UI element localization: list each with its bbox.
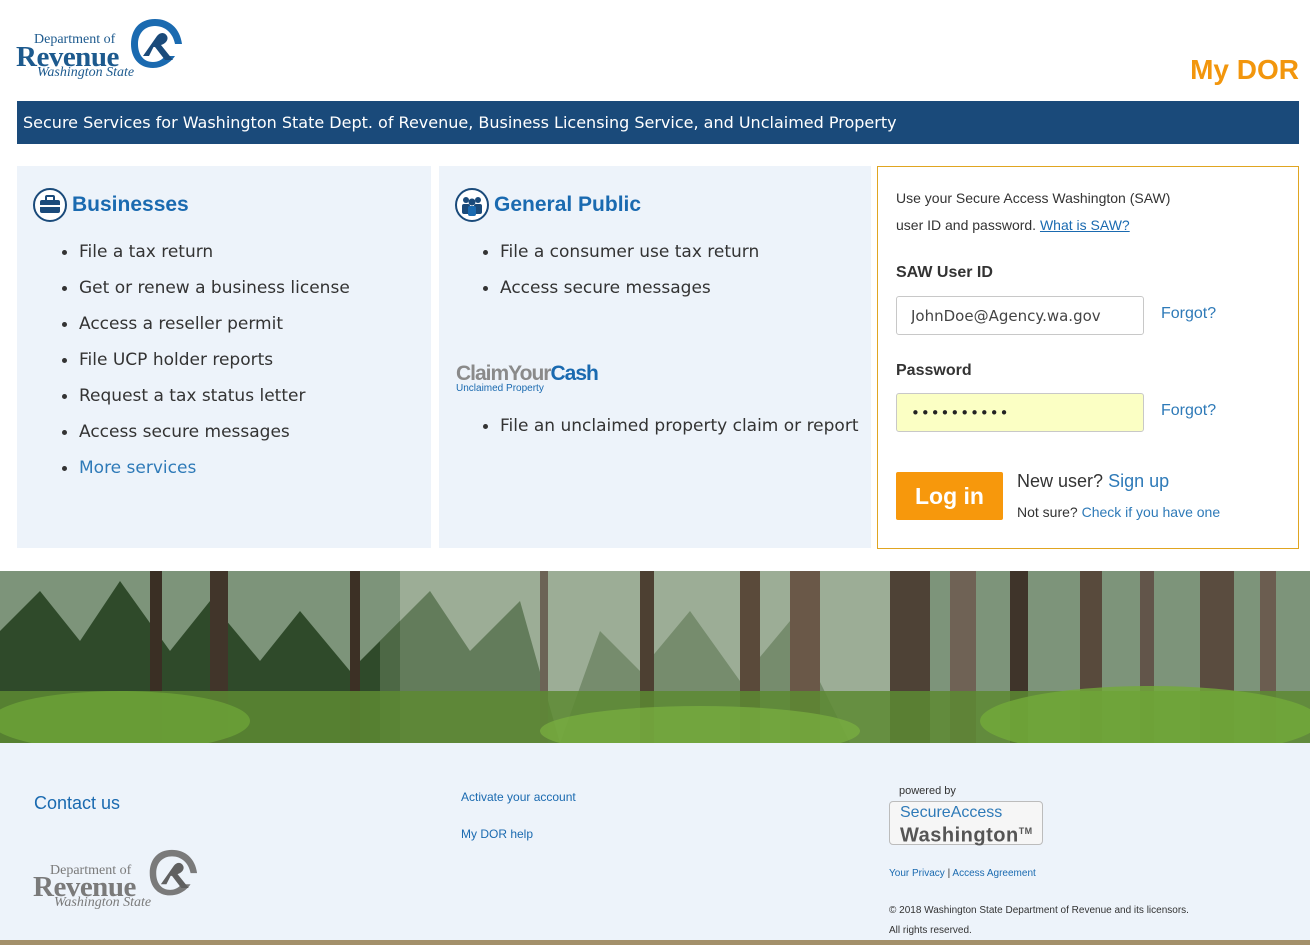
claim-your-cash-logo[interactable]: ClaimYourCash Unclaimed Property bbox=[456, 362, 599, 394]
businesses-title: Businesses bbox=[72, 193, 189, 216]
user-id-input[interactable] bbox=[896, 296, 1144, 335]
secure-access-washington-badge[interactable]: SecureAccess WashingtonTM bbox=[889, 801, 1043, 847]
unclaimed-property-list: File an unclaimed property claim or repo… bbox=[483, 408, 859, 444]
login-intro: Use your Secure Access Washington (SAW) … bbox=[896, 185, 1196, 239]
access-agreement-link[interactable]: Access Agreement bbox=[952, 868, 1035, 879]
footer-dor-logo[interactable]: Department of Revenue Washington State bbox=[33, 847, 199, 915]
login-intro-line2: user ID and password. bbox=[896, 217, 1037, 233]
saw-badge-line1: SecureAccess bbox=[900, 804, 1003, 821]
my-dor-help-link[interactable]: My DOR help bbox=[461, 827, 533, 841]
forgot-password-link[interactable]: Forgot? bbox=[1161, 402, 1216, 420]
check-account-link[interactable]: Check if you have one bbox=[1082, 504, 1221, 520]
general-public-title: General Public bbox=[494, 193, 642, 216]
forgot-user-id-link[interactable]: Forgot? bbox=[1161, 305, 1216, 323]
forest-image-icon bbox=[0, 571, 1310, 743]
copyright-line: © 2018 Washington State Department of Re… bbox=[889, 905, 1189, 916]
copyright-text: © 2018 Washington State Department of Re… bbox=[889, 901, 1219, 941]
logo-state-text: Washington State bbox=[37, 65, 135, 80]
dor-logo-mark-icon bbox=[131, 19, 182, 68]
footer-logo-state-text: Washington State bbox=[54, 895, 152, 910]
list-item[interactable]: Access a reseller permit bbox=[62, 306, 350, 342]
more-services-link[interactable]: More services bbox=[62, 450, 350, 486]
businesses-service-list: File a tax return Get or renew a busines… bbox=[62, 234, 350, 486]
general-public-header: General Public bbox=[455, 188, 641, 222]
powered-by-text: powered by bbox=[899, 785, 956, 797]
legal-links: Your Privacy | Access Agreement bbox=[889, 868, 1036, 879]
forest-banner-image bbox=[0, 571, 1310, 743]
businesses-header: Businesses bbox=[33, 188, 189, 222]
general-public-panel: General Public File a consumer use tax r… bbox=[439, 166, 871, 548]
privacy-link[interactable]: Your Privacy bbox=[889, 868, 945, 879]
dor-logo[interactable]: Department of Revenue Washington State bbox=[16, 16, 182, 84]
rights-line: All rights reserved. bbox=[889, 925, 972, 936]
list-item[interactable]: Get or renew a business license bbox=[62, 270, 350, 306]
list-item[interactable]: Access secure messages bbox=[483, 270, 759, 306]
list-item[interactable]: Request a tax status letter bbox=[62, 378, 350, 414]
footer-bottom-bar bbox=[0, 940, 1310, 945]
saw-badge-line2: WashingtonTM bbox=[900, 824, 1033, 847]
new-user-text: New user? bbox=[1017, 471, 1104, 491]
password-label: Password bbox=[896, 362, 972, 379]
new-user-row: New user? Sign up bbox=[1017, 471, 1169, 492]
briefcase-icon bbox=[33, 188, 67, 222]
contact-us-link[interactable]: Contact us bbox=[34, 793, 120, 814]
footer-logo-mark-icon bbox=[149, 849, 198, 896]
login-button[interactable]: Log in bbox=[896, 472, 1003, 520]
legal-separator: | bbox=[947, 868, 951, 879]
general-public-service-list: File a consumer use tax return Access se… bbox=[483, 234, 759, 306]
people-icon bbox=[455, 188, 489, 222]
user-id-label: SAW User ID bbox=[896, 264, 993, 281]
services-banner: Secure Services for Washington State Dep… bbox=[17, 101, 1299, 144]
app-title: My DOR bbox=[1190, 54, 1299, 85]
businesses-panel: Businesses File a tax return Get or rene… bbox=[17, 166, 431, 548]
sign-up-link[interactable]: Sign up bbox=[1108, 471, 1169, 491]
not-sure-text: Not sure? bbox=[1017, 504, 1078, 520]
password-input[interactable] bbox=[896, 393, 1144, 432]
list-item[interactable]: File an unclaimed property claim or repo… bbox=[483, 408, 859, 444]
login-intro-line1: Use your Secure Access Washington (SAW) bbox=[896, 190, 1171, 206]
list-item[interactable]: File a tax return bbox=[62, 234, 350, 270]
footer: Contact us Department of Revenue Washing… bbox=[0, 743, 1310, 940]
activate-account-link[interactable]: Activate your account bbox=[461, 790, 576, 804]
what-is-saw-link[interactable]: What is SAW? bbox=[1040, 217, 1130, 233]
list-item[interactable]: Access secure messages bbox=[62, 414, 350, 450]
list-item[interactable]: File a consumer use tax return bbox=[483, 234, 759, 270]
list-item[interactable]: File UCP holder reports bbox=[62, 342, 350, 378]
not-sure-row: Not sure? Check if you have one bbox=[1017, 504, 1220, 520]
login-panel: Use your Secure Access Washington (SAW) … bbox=[877, 166, 1299, 549]
